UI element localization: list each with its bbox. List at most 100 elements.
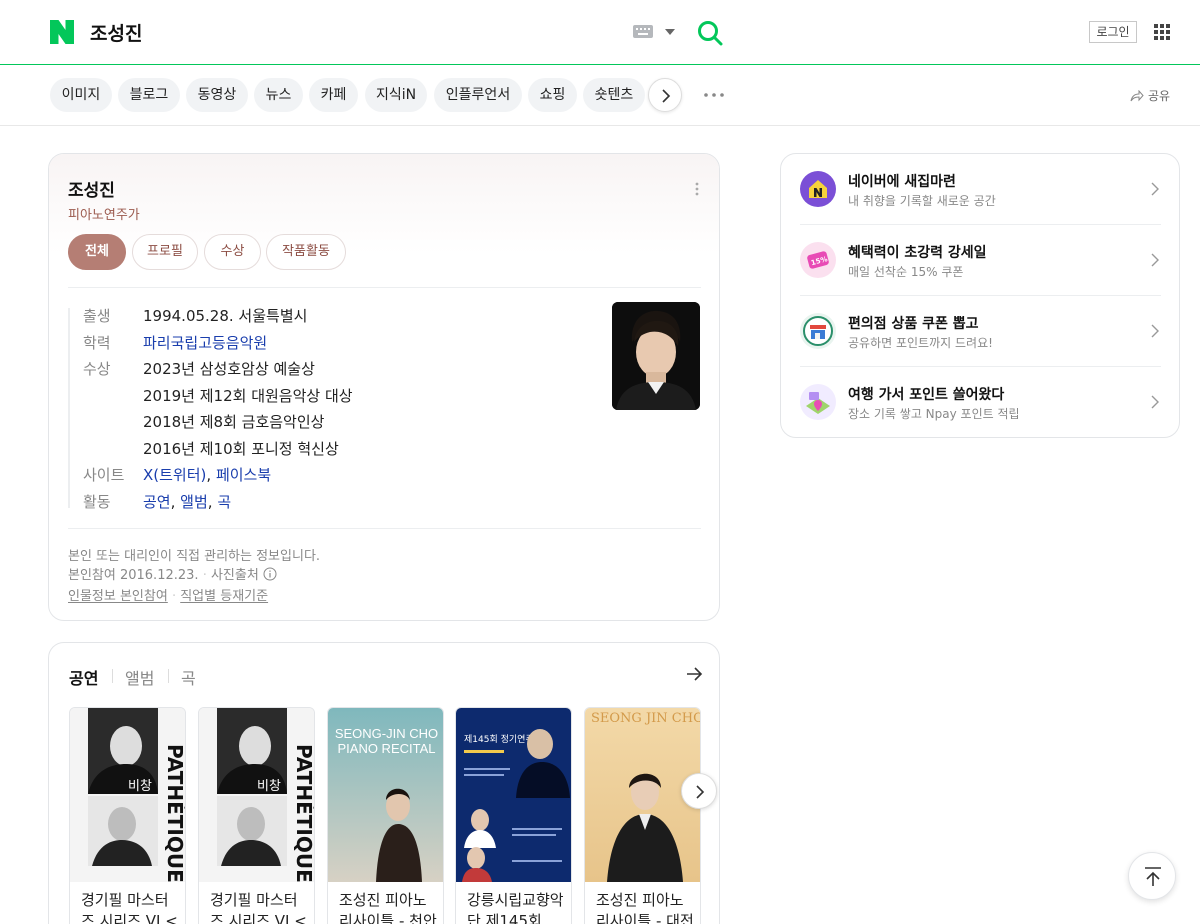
performance-title[interactable]: 경기필 마스터즈 시리즈 VI <비... xyxy=(81,890,179,924)
perf-tab-album[interactable]: 앨범 xyxy=(125,665,154,689)
footer-links: 인물정보 본인참여 · 직업별 등재기준 xyxy=(68,589,269,604)
promo-title: 네이버에 새집마련 xyxy=(848,174,956,190)
keyboard-icon[interactable] xyxy=(633,25,653,38)
chevron-right-icon xyxy=(1151,253,1159,267)
info-left-bar xyxy=(68,308,70,508)
tabs-next-button[interactable] xyxy=(648,78,682,112)
award-item: 2019년 제12회 대원음악상 대상 xyxy=(143,387,353,405)
tab-kin[interactable]: 지식iN xyxy=(365,78,427,112)
profile-tab-awards[interactable]: 수상 xyxy=(204,234,261,270)
input-tools-dropdown-icon[interactable] xyxy=(665,29,675,35)
activity-link-album[interactable]: 앨범 xyxy=(180,493,208,511)
birth-label: 출생 xyxy=(83,307,111,325)
tab-influencer[interactable]: 인플루언서 xyxy=(434,78,522,112)
promo-subtitle: 내 취향을 기록할 새로운 공간 xyxy=(848,194,996,208)
performance-title[interactable]: 강릉시립교향악단 제145회 ... xyxy=(467,890,565,924)
profile-tab-profile[interactable]: 프로필 xyxy=(132,234,198,270)
birth-value: 1994.05.28. 서울특별시 xyxy=(143,307,308,325)
tab-shopping[interactable]: 쇼핑 xyxy=(528,78,577,112)
naver-logo-icon[interactable] xyxy=(50,20,74,44)
participation-date: 본인참여 2016.12.23. xyxy=(68,568,199,583)
share-button[interactable]: 공유 xyxy=(1130,87,1170,104)
search-tab-bar: 이미지 블로그 동영상 뉴스 카페 지식iN 인플루언서 쇼핑 숏텐츠 공유 xyxy=(0,65,1200,126)
tab-shortents[interactable]: 숏텐츠 xyxy=(583,78,645,112)
tab-cafe[interactable]: 카페 xyxy=(309,78,358,112)
arrow-right-icon[interactable] xyxy=(685,665,703,683)
promo-item-new-home[interactable]: 네이버에 새집마련 내 취향을 기록할 새로운 공간 xyxy=(800,154,1161,225)
tab-separator xyxy=(112,669,113,683)
performance-title[interactable]: 조성진 피아노 리사이틀 - 천안 xyxy=(339,890,437,924)
top-header: 조성진 로그인 xyxy=(0,0,1200,65)
poster-title-text: SEONG JIN CHO xyxy=(591,711,701,726)
participation-line: 본인참여 2016.12.23. · 사진출처 xyxy=(68,564,277,583)
more-tabs-icon[interactable] xyxy=(704,93,724,97)
tab-news[interactable]: 뉴스 xyxy=(254,78,303,112)
poster-title-text: PATHÉTIQUE xyxy=(163,744,186,882)
performance-card[interactable]: SEONG-JIN CHO PIANO RECITAL 조성진 피아노 리사이틀… xyxy=(327,707,444,924)
education-link[interactable]: 파리국립고등음악원 xyxy=(143,332,267,353)
coupon-icon: 15% xyxy=(800,242,836,278)
tab-video[interactable]: 동영상 xyxy=(186,78,248,112)
profile-footer-divider xyxy=(68,528,701,529)
performance-card[interactable]: SEONG JIN CHO 조성진 피아노 리사이틀 - 대전 xyxy=(584,707,701,924)
search-query-text[interactable]: 조성진 xyxy=(90,19,142,46)
promo-subtitle: 매일 선착순 15% 쿠폰 xyxy=(848,265,964,279)
tab-blog[interactable]: 블로그 xyxy=(118,78,180,112)
performances-card: 공연 앨범 곡 PATHÉTIQUE 비창 경기필 마스터즈 시리즈 VI <비… xyxy=(48,642,720,924)
performance-title[interactable]: 경기필 마스터즈 시리즈 VI <비... xyxy=(210,890,308,924)
chevron-right-icon xyxy=(1151,182,1159,196)
promo-item-travel[interactable]: 여행 가서 포인트 쓸어왔다 장소 기록 쌓고 Npay 포인트 적립 xyxy=(800,367,1161,438)
profile-divider xyxy=(68,287,701,288)
facebook-link[interactable]: 페이스북 xyxy=(216,466,271,484)
twitter-link[interactable]: X(트위터) xyxy=(143,466,206,484)
info-icon[interactable] xyxy=(263,567,277,581)
share-icon xyxy=(1130,89,1144,101)
poster-image: SEONG-JIN CHO PIANO RECITAL xyxy=(328,708,443,882)
promo-title: 혜택력이 초강력 강세일 xyxy=(848,245,987,261)
arrow-up-icon xyxy=(1145,867,1161,886)
poster-image: PATHÉTIQUE 비창 xyxy=(70,708,186,882)
tab-separator xyxy=(168,669,169,683)
perf-tab-performance[interactable]: 공연 xyxy=(69,665,98,689)
poster-image: PATHÉTIQUE 비창 xyxy=(199,708,315,882)
profile-participation-link[interactable]: 인물정보 본인참여 xyxy=(68,589,168,604)
award-item: 2023년 삼성호암상 예술상 xyxy=(143,360,315,378)
education-label: 학력 xyxy=(83,334,111,352)
site-links: X(트위터), 페이스북 xyxy=(143,466,272,484)
profile-tab-works[interactable]: 작품활동 xyxy=(266,234,346,270)
login-button[interactable]: 로그인 xyxy=(1089,21,1137,43)
promo-item-sale[interactable]: 15% 혜택력이 초강력 강세일 매일 선착순 15% 쿠폰 xyxy=(800,225,1161,296)
profile-photo[interactable] xyxy=(612,302,700,410)
promo-subtitle: 공유하면 포인트까지 드려요! xyxy=(848,336,993,350)
performance-card[interactable]: 제145회 정기연주회 강릉시립교향악단 제145회 ... xyxy=(455,707,572,924)
promo-title: 여행 가서 포인트 쓸어왔다 xyxy=(848,387,1005,403)
apps-grid-icon[interactable] xyxy=(1154,24,1170,40)
profile-tab-all[interactable]: 전체 xyxy=(68,234,126,270)
managed-info-text: 본인 또는 대리인이 직접 관리하는 정보입니다. xyxy=(68,549,321,564)
photo-source-label[interactable]: 사진출처 xyxy=(211,568,259,583)
performance-card[interactable]: PATHÉTIQUE 비창 경기필 마스터즈 시리즈 VI <비... xyxy=(69,707,186,924)
map-icon xyxy=(800,384,836,420)
award-item: 2018년 제8회 금호음악인상 xyxy=(143,413,325,431)
promo-item-convenience[interactable]: 편의점 상품 쿠폰 뽑고 공유하면 포인트까지 드려요! xyxy=(800,296,1161,367)
more-options-icon[interactable] xyxy=(695,182,699,196)
chevron-right-icon xyxy=(696,785,705,799)
performance-title[interactable]: 조성진 피아노 리사이틀 - 대전 xyxy=(596,890,694,924)
activity-link-song[interactable]: 곡 xyxy=(217,493,231,511)
tab-image[interactable]: 이미지 xyxy=(50,78,112,112)
profile-job[interactable]: 피아노연주가 xyxy=(68,204,140,223)
activity-label: 활동 xyxy=(83,493,111,511)
perf-tab-song[interactable]: 곡 xyxy=(181,665,196,689)
performance-card[interactable]: PATHÉTIQUE 비창 경기필 마스터즈 시리즈 VI <비... xyxy=(198,707,315,924)
scroll-to-top-button[interactable] xyxy=(1128,852,1176,900)
listing-criteria-link[interactable]: 직업별 등재기준 xyxy=(180,589,268,604)
activity-link-performance[interactable]: 공연 xyxy=(143,493,171,511)
chevron-right-icon xyxy=(662,89,671,103)
carousel-next-button[interactable] xyxy=(681,773,717,809)
award-item: 2016년 제10회 포니정 혁신상 xyxy=(143,440,339,458)
poster-title-text: PATHÉTIQUE xyxy=(292,744,315,882)
poster-sub-text: 비창 xyxy=(128,779,152,794)
site-label: 사이트 xyxy=(83,466,125,484)
search-icon[interactable] xyxy=(697,20,723,46)
profile-card: 조성진 피아노연주가 전체 프로필 수상 작품활동 출생 1994.05.28.… xyxy=(48,153,720,621)
